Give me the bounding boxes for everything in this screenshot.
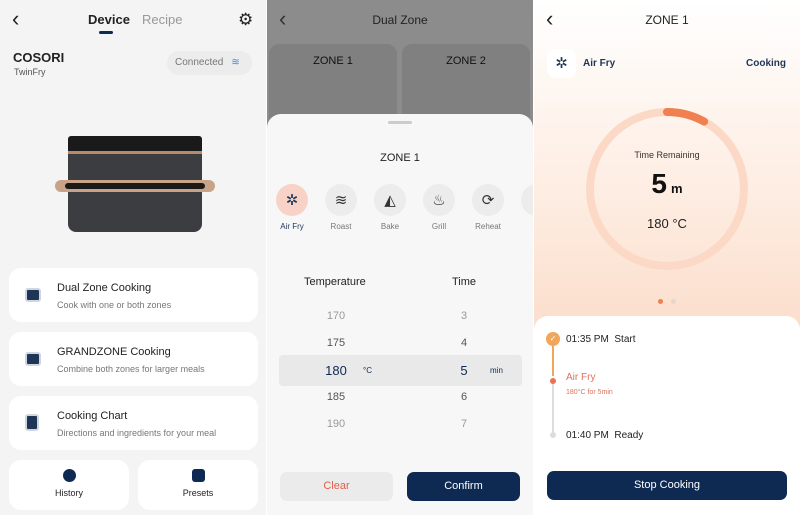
- dehydrate-icon: ◌: [521, 184, 533, 216]
- mode-label: D: [512, 222, 533, 231]
- cooking-status: Cooking: [746, 58, 786, 69]
- mode-label: Grill: [431, 222, 447, 231]
- card-title: Cooking Chart: [57, 410, 128, 422]
- mode-label: Bake: [380, 222, 400, 231]
- dual-zone-icon: [25, 288, 41, 302]
- wifi-icon: ≋: [231, 57, 240, 68]
- mode-name: Air Fry: [583, 58, 616, 69]
- screen-title: Dual Zone: [372, 13, 428, 27]
- drag-handle[interactable]: [388, 121, 412, 124]
- mode-label: Roast: [330, 222, 352, 231]
- check-icon: ✓: [546, 332, 560, 346]
- grill-icon: ♨: [423, 184, 455, 216]
- remaining-unit: m: [671, 181, 683, 196]
- grandzone-cooking-card[interactable]: GRANDZONE Cooking Combine both zones for …: [9, 332, 258, 386]
- mode-grill[interactable]: ♨ Grill: [414, 184, 464, 231]
- gear-icon[interactable]: ⚙: [238, 10, 253, 30]
- tab-recipe[interactable]: Recipe: [142, 12, 182, 27]
- time-option[interactable]: 6: [434, 391, 494, 403]
- time-option[interactable]: 3: [434, 310, 494, 322]
- card-title: Dual Zone Cooking: [57, 282, 152, 294]
- dual-zone-screen: ‹ Dual Zone ZONE 1 ZONE 2 ZONE 1 ✲ Air Fr…: [267, 0, 533, 515]
- temp-option[interactable]: 185: [306, 391, 366, 403]
- temperature-header: Temperature: [304, 276, 366, 288]
- brand-name: COSORI: [13, 50, 65, 65]
- device-screen: ‹ Device Recipe ⚙ COSORI TwinFry Connect…: [0, 0, 266, 515]
- mode-more[interactable]: ◌D: [512, 184, 533, 231]
- page-dot-active[interactable]: [658, 299, 663, 304]
- model-name: TwinFry: [14, 67, 46, 77]
- cooking-temperature: 180 °C: [647, 216, 687, 231]
- presets-button[interactable]: Presets: [138, 460, 258, 510]
- card-subtitle: Cook with one or both zones: [57, 300, 172, 310]
- reheat-icon: ⟳: [472, 184, 504, 216]
- temp-option[interactable]: 190: [306, 418, 366, 430]
- remaining-label: Time Remaining: [634, 150, 700, 160]
- status-text: Connected: [175, 57, 224, 68]
- tab-device[interactable]: Device: [88, 12, 130, 27]
- tab-indicator: [99, 31, 113, 34]
- mode-bake[interactable]: ◭ Bake: [365, 184, 415, 231]
- page-dot[interactable]: [671, 299, 676, 304]
- mode-label: Reheat: [475, 222, 501, 231]
- cooking-screen: ‹ ZONE 1 ✲ Air Fry Cooking Time Remainin…: [534, 0, 800, 515]
- clear-button[interactable]: Clear: [280, 472, 393, 501]
- screen-title: ZONE 1: [645, 13, 689, 27]
- time-unit: min: [490, 366, 503, 375]
- time-selected[interactable]: 5: [434, 363, 494, 378]
- remaining-value: 5: [651, 168, 667, 199]
- mode-reheat[interactable]: ⟳ Reheat: [463, 184, 513, 231]
- mode-label: Air Fry: [280, 222, 304, 231]
- remaining-time: 5m: [534, 168, 800, 200]
- sheet-title: ZONE 1: [380, 152, 420, 164]
- temp-option[interactable]: 170: [306, 310, 366, 322]
- timeline-start: 01:35 PM Start: [566, 334, 636, 345]
- cooking-chart-icon: [25, 414, 39, 431]
- clock-icon: [62, 469, 76, 482]
- history-label: History: [54, 488, 83, 498]
- cooking-chart-card[interactable]: Cooking Chart Directions and ingredients …: [9, 396, 258, 450]
- dual-zone-cooking-card[interactable]: Dual Zone Cooking Cook with one or both z…: [9, 268, 258, 322]
- temp-unit: °C: [363, 366, 372, 375]
- step-dot: [550, 432, 556, 438]
- confirm-button[interactable]: Confirm: [407, 472, 520, 501]
- mode-roast[interactable]: ≋ Roast: [316, 184, 366, 231]
- history-button[interactable]: History: [9, 460, 129, 510]
- step-dot: [550, 378, 556, 384]
- timeline-step-detail: 180°C for 5min: [566, 389, 613, 396]
- cake-icon: ◭: [374, 184, 406, 216]
- card-title: GRANDZONE Cooking: [57, 346, 171, 358]
- presets-label: Presets: [182, 488, 214, 498]
- stop-cooking-button[interactable]: Stop Cooking: [547, 471, 787, 500]
- card-subtitle: Combine both zones for larger meals: [57, 364, 205, 374]
- fan-icon: ✲: [276, 184, 308, 216]
- temp-option[interactable]: 175: [306, 337, 366, 349]
- roast-icon: ≋: [325, 184, 357, 216]
- time-header: Time: [452, 276, 477, 288]
- timeline-ready: 01:40 PM Ready: [566, 430, 644, 441]
- mode-air-fry[interactable]: ✲ Air Fry: [267, 184, 317, 231]
- card-subtitle: Directions and ingredients for your meal: [57, 428, 217, 438]
- temp-selected[interactable]: 180: [306, 363, 366, 378]
- fan-icon: ✲: [547, 49, 576, 78]
- back-icon[interactable]: ‹: [12, 6, 19, 32]
- presets-icon: [191, 469, 205, 482]
- time-option[interactable]: 7: [434, 418, 494, 430]
- connection-status: Connected ≋: [167, 51, 252, 75]
- grandzone-icon: [25, 352, 41, 366]
- time-option[interactable]: 4: [434, 337, 494, 349]
- timeline-step-title: Air Fry: [566, 372, 596, 383]
- air-fryer-image: [55, 136, 215, 236]
